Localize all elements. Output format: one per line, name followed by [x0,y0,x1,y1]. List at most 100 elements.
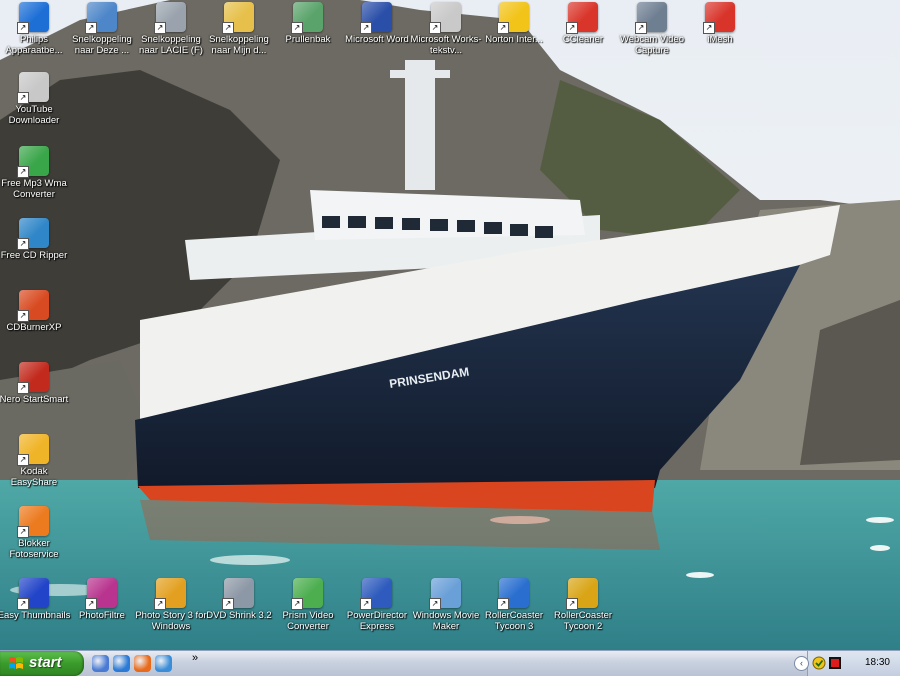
desktop-icon-nero[interactable]: ↗ Nero StartSmart [0,362,72,405]
desktop-icon-photofiltre[interactable]: ↗ PhotoFiltre [64,578,140,621]
kodak-icon: ↗ [17,434,49,466]
firefox-icon[interactable] [134,655,151,672]
desktop-icon-label: RollerCoaster Tycoon 3 [484,610,544,632]
shortcut-arrow-icon: ↗ [360,598,372,610]
folder-icon: ↗ [222,2,254,34]
desktop-icon-mp3-converter[interactable]: ↗ Free Mp3 Wma Converter [0,146,72,200]
desktop-wallpaper: PRINSENDAM [0,0,900,650]
desktop-icon-label: Microsoft Word [345,34,409,45]
red-tray-icon[interactable] [828,656,842,670]
desktop-icon-label: Photo Story 3 for Windows [135,610,207,632]
desktop-icon-label: PowerDirector Express [346,610,408,632]
desktop-icon-label: Nero StartSmart [0,394,69,405]
works-icon: ↗ [429,2,461,34]
desktop-icon-imesh[interactable]: ↗ iMesh [682,2,758,45]
rct2-icon: ↗ [566,578,598,610]
shortcut-arrow-icon: ↗ [154,22,166,34]
shortcut-arrow-icon: ↗ [497,598,509,610]
nero-icon: ↗ [17,362,49,394]
easy-thumbnails-icon: ↗ [17,578,49,610]
desktop-icon-label: YouTube Downloader [8,104,60,126]
word-icon: ↗ [360,2,392,34]
cd-ripper-icon: ↗ [17,218,49,250]
youtube-downloader-icon: ↗ [17,72,49,104]
desktop-icon-rct2[interactable]: ↗ RollerCoaster Tycoon 2 [545,578,621,632]
ccleaner-icon: ↗ [566,2,598,34]
recycle-bin-icon: ↗ [291,2,323,34]
desktop-icon-webcam[interactable]: ↗ Webcam Video Capture [614,2,690,56]
desktop-icon-blokker[interactable]: ↗ Blokker Fotoservice [0,506,72,560]
desktop-icon-label: RollerCoaster Tycoon 2 [553,610,613,632]
desktop-icon-label: Blokker Fotoservice [9,538,59,560]
desktop-icon-powerdirector[interactable]: ↗ PowerDirector Express [339,578,415,632]
desktop-icon-kodak[interactable]: ↗ Kodak EasyShare [0,434,72,488]
desktop-icon-cdburner[interactable]: ↗ CDBurnerXP [0,290,72,333]
prism-icon: ↗ [291,578,323,610]
quick-launch-bar [92,654,172,673]
desktop-icon-label: Webcam Video Capture [619,34,685,56]
tray-expand-button[interactable]: ‹ [794,656,809,671]
shortcut-arrow-icon: ↗ [703,22,715,34]
desktop-icon-label: CDBurnerXP [6,322,62,333]
desktop-icon-label: Snelkoppeling naar Deze ... [72,34,132,56]
desktop-icon-label: Kodak EasyShare [10,466,58,488]
antivirus-tray-icon[interactable] [812,656,826,670]
desktop-icon-label: Microsoft Works-tekstv... [410,34,482,56]
desktop-icon-movie-maker[interactable]: ↗ Windows Movie Maker [408,578,484,632]
desktop-icon-works[interactable]: ↗ Microsoft Works-tekstv... [408,2,484,56]
webcam-icon: ↗ [635,2,667,34]
desktop-icon-label: iMesh [707,34,733,45]
powerdirector-icon: ↗ [360,578,392,610]
desktop-icon-label: Easy Thumbnails [0,610,71,621]
drive-icon: ↗ [154,2,186,34]
shortcut-arrow-icon: ↗ [635,22,647,34]
desktop-icon-youtube-downloader[interactable]: ↗ YouTube Downloader [0,72,72,126]
desktop-icon-photo-story[interactable]: ↗ Photo Story 3 for Windows [133,578,209,632]
shortcut-arrow-icon: ↗ [497,22,509,34]
start-label: start [29,654,62,671]
shortcut-arrow-icon: ↗ [429,22,441,34]
shortcut-arrow-icon: ↗ [566,22,578,34]
shortcut-arrow-icon: ↗ [154,598,166,610]
imesh-icon: ↗ [703,2,735,34]
desktop-icon-drive[interactable]: ↗ Snelkoppeling naar LACIE (F) [133,2,209,56]
blokker-icon: ↗ [17,506,49,538]
desktop-icon-easy-thumbnails[interactable]: ↗ Easy Thumbnails [0,578,72,621]
desktop-icon-prism[interactable]: ↗ Prism Video Converter [270,578,346,632]
desktop-icon-label: DVD Shrink 3.2 [206,610,272,621]
internet-explorer-icon[interactable] [113,655,130,672]
show-desktop-icon[interactable] [92,655,109,672]
photofiltre-icon: ↗ [85,578,117,610]
desktop-icon-ccleaner[interactable]: ↗ CCleaner [545,2,621,45]
shortcut-arrow-icon: ↗ [566,598,578,610]
mp3-converter-icon: ↗ [17,146,49,178]
shortcut-arrow-icon: ↗ [17,22,29,34]
desktop-icon-label: Prism Video Converter [282,610,334,632]
desktop-icon-recycle-bin[interactable]: ↗ Prullenbak [270,2,346,45]
start-button[interactable]: start [0,651,84,676]
desktop-icon-cd-ripper[interactable]: ↗ Free CD Ripper [0,218,72,261]
shortcut-arrow-icon: ↗ [17,310,29,322]
desktop-icon-philips[interactable]: ↗ Philips Apparaatbe... [0,2,72,56]
desktop-icon-word[interactable]: ↗ Microsoft Word [339,2,415,45]
system-tray: ‹ 18:30 [794,651,900,676]
dvd-shrink-icon: ↗ [222,578,254,610]
taskbar: start » ‹ 18:30 [0,650,900,676]
computer-icon: ↗ [85,2,117,34]
desktop-icon-computer[interactable]: ↗ Snelkoppeling naar Deze ... [64,2,140,56]
shortcut-arrow-icon: ↗ [85,22,97,34]
desktop-icon-label: Prullenbak [285,34,331,45]
philips-icon: ↗ [17,2,49,34]
shortcut-arrow-icon: ↗ [222,22,234,34]
desktop-icon-dvd-shrink[interactable]: ↗ DVD Shrink 3.2 [201,578,277,621]
desktop-icon-norton[interactable]: ↗ Norton Inter... [476,2,552,45]
shortcut-arrow-icon: ↗ [17,166,29,178]
windows-logo-icon [9,657,23,669]
shortcut-arrow-icon: ↗ [291,598,303,610]
media-player-icon[interactable] [155,655,172,672]
desktop-icon-label: PhotoFiltre [79,610,125,621]
shortcut-arrow-icon: ↗ [85,598,97,610]
desktop-icon-folder[interactable]: ↗ Snelkoppeling naar Mijn d... [201,2,277,56]
desktop-icon-rct3[interactable]: ↗ RollerCoaster Tycoon 3 [476,578,552,632]
quick-launch-chevron[interactable]: » [192,652,198,664]
